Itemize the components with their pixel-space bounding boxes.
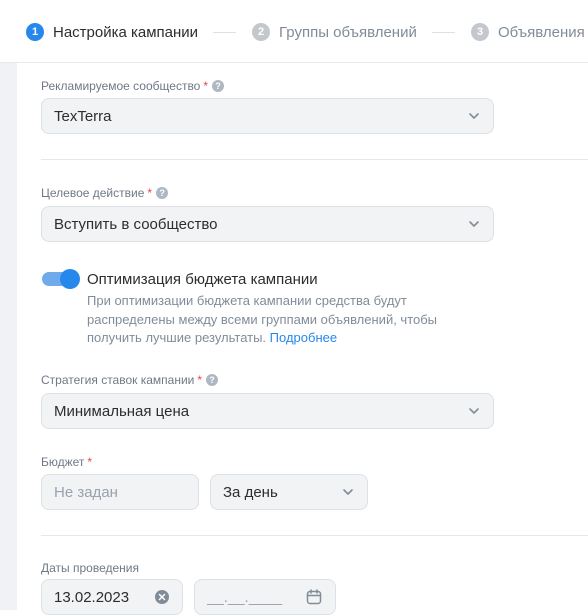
chevron-down-icon [469,113,479,119]
budget-label: Бюджет * [41,455,92,469]
step-number: 2 [252,23,270,41]
target-action-select[interactable]: Вступить в сообщество [41,206,494,242]
budget-optimization-description: При оптимизации бюджета кампании средств… [87,292,467,348]
target-action-label: Целевое действие *? [41,186,169,200]
step-ad-groups[interactable]: 2 Группы объявлений [252,22,417,42]
left-gutter [0,63,17,610]
step-label: Настройка кампании [53,23,199,41]
step-number: 3 [471,23,489,41]
community-select[interactable]: TexTerra [41,98,494,134]
bid-strategy-label: Стратегия ставок кампании *? [41,373,219,387]
required-mark: * [87,455,93,469]
step-ads[interactable]: 3 Объявления [471,22,585,42]
field-label-text: Рекламируемое сообщество [41,79,201,93]
chevron-down-icon [469,221,479,227]
calendar-icon[interactable] [305,588,323,606]
field-label-text: Целевое действие [41,186,145,200]
help-icon[interactable]: ? [156,187,169,199]
required-mark: * [197,373,203,387]
required-mark: * [147,186,153,200]
step-connector [213,32,236,33]
step-label: Объявления [498,23,585,41]
end-date-placeholder: __.__.____ [207,588,283,606]
help-icon[interactable]: ? [206,374,219,386]
chevron-down-icon [343,489,353,495]
section-divider [41,159,588,160]
step-label: Группы объявлений [279,23,417,41]
step-campaign-settings[interactable]: 1 Настройка кампании [26,22,198,42]
start-date-value: 13.02.2023 [54,588,130,606]
learn-more-link[interactable]: Подробнее [270,330,337,345]
target-action-value: Вступить в сообщество [54,215,218,233]
bid-strategy-value: Минимальная цена [54,402,190,420]
budget-optimization-toggle[interactable] [42,269,80,289]
community-value: TexTerra [54,107,112,125]
community-label: Рекламируемое сообщество *? [41,79,225,93]
step-number: 1 [26,23,44,41]
campaign-stepper: 1 Настройка кампании 2 Группы объявлений… [0,0,588,63]
field-label-text: Стратегия ставок кампании [41,373,195,387]
description-text: При оптимизации бюджета кампании средств… [87,293,438,345]
dates-label: Даты проведения [41,561,139,575]
toggle-knob [60,269,80,289]
field-label-text: Даты проведения [41,561,139,575]
chevron-down-icon [469,408,479,414]
budget-period-value: За день [223,483,278,501]
budget-period-select[interactable]: За день [210,474,368,510]
field-label-text: Бюджет [41,455,85,469]
step-connector [432,32,455,33]
section-divider [41,535,588,536]
bid-strategy-select[interactable]: Минимальная цена [41,393,494,429]
budget-amount-placeholder: Не задан [54,483,118,501]
budget-amount-input[interactable]: Не задан [41,474,199,510]
budget-optimization-title: Оптимизация бюджета кампании [87,271,318,288]
help-icon[interactable]: ? [212,80,225,92]
clear-icon[interactable] [154,589,170,605]
required-mark: * [203,79,209,93]
